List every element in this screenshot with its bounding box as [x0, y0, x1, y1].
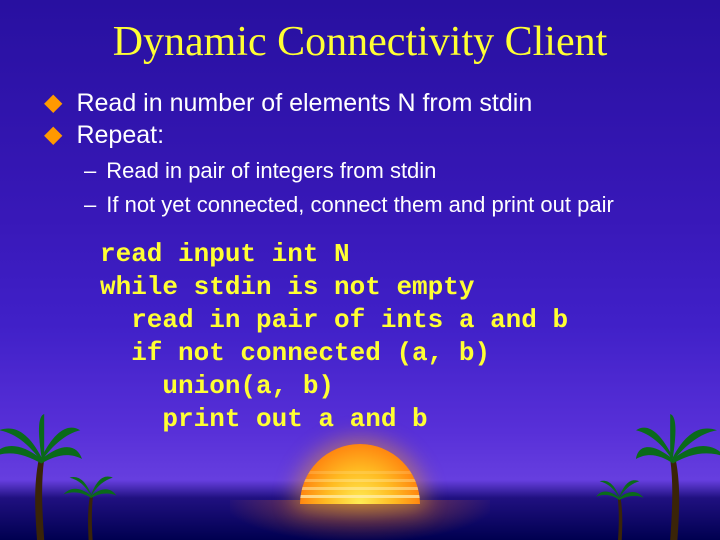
pseudocode-block: read input int N while stdin is not empt…	[100, 238, 680, 436]
sub-bullet-text: If not yet connected, connect them and p…	[106, 192, 614, 218]
palm-tree-icon	[593, 467, 648, 540]
palm-tree-icon	[636, 414, 720, 540]
sun-decoration	[300, 444, 420, 504]
sub-bullet-item: – If not yet connected, connect them and…	[84, 192, 680, 218]
code-line: if not connected (a, b)	[100, 338, 490, 368]
code-line: print out a and b	[100, 404, 428, 434]
dash-icon: –	[84, 192, 96, 218]
bullet-text: Read in number of elements N from stdin	[76, 88, 532, 118]
sub-bullet-item: – Read in pair of integers from stdin	[84, 158, 680, 184]
bullet-icon: ◆	[44, 88, 62, 118]
code-line: while stdin is not empty	[100, 272, 474, 302]
dash-icon: –	[84, 158, 96, 184]
bullet-icon: ◆	[44, 120, 62, 150]
code-line: read in pair of ints a and b	[100, 305, 568, 335]
bullet-text: Repeat:	[76, 120, 164, 150]
bullet-item: ◆ Read in number of elements N from stdi…	[40, 88, 680, 118]
slide-title: Dynamic Connectivity Client	[0, 0, 720, 88]
palm-tree-icon	[60, 462, 120, 540]
code-line: read input int N	[100, 239, 350, 269]
code-line: union(a, b)	[100, 371, 334, 401]
sub-bullet-text: Read in pair of integers from stdin	[106, 158, 436, 184]
slide-content: ◆ Read in number of elements N from stdi…	[0, 88, 720, 436]
bullet-item: ◆ Repeat:	[40, 120, 680, 150]
sun-reflection-decoration	[230, 500, 490, 540]
